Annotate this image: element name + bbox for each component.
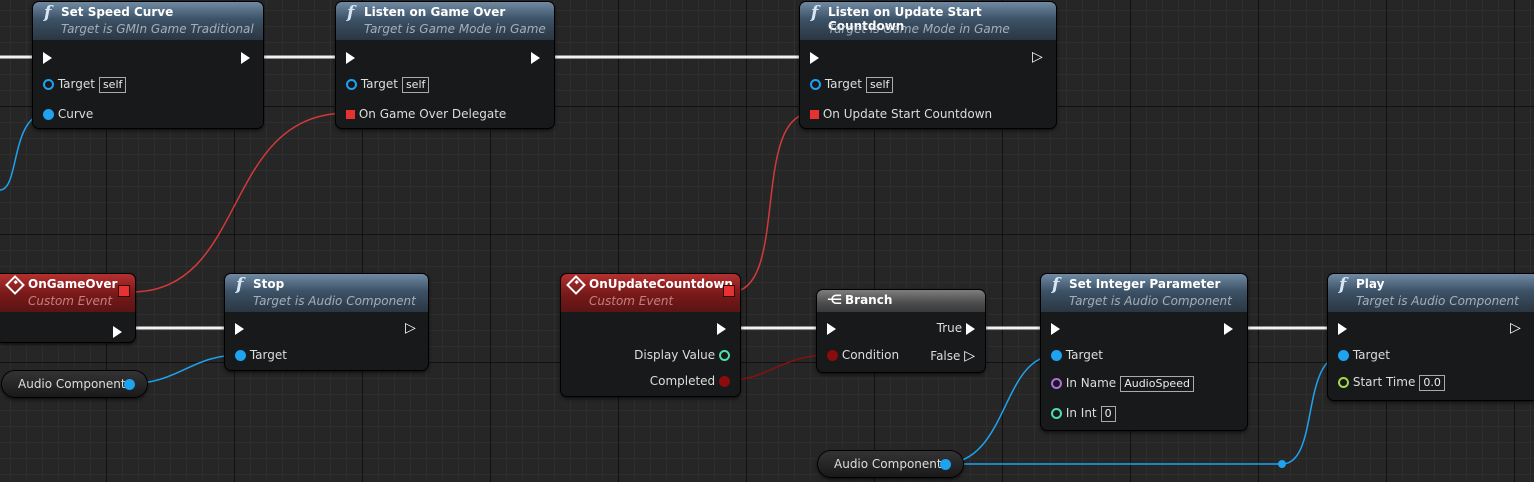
exec-out-pin[interactable] (717, 319, 726, 337)
self-value[interactable]: self (401, 76, 430, 93)
delegate-pin[interactable]: On Update Start Countdown (810, 105, 992, 123)
node-header: f Listen on Game Over Target is Game Mod… (336, 2, 554, 40)
exec-in-pin[interactable] (810, 48, 819, 66)
function-icon: f (811, 3, 819, 23)
node-listen-on-game-over[interactable]: f Listen on Game Over Target is Game Mod… (336, 2, 554, 128)
event-icon (566, 275, 586, 295)
exec-in-pin[interactable] (235, 319, 244, 337)
node-header: f Stop Target is Audio Component (225, 274, 428, 312)
node-title: Stop (253, 277, 285, 291)
node-header: OnUpdateCountdown Custom Event (561, 274, 740, 312)
node-header: f Set Integer Parameter Target is Audio … (1041, 274, 1247, 312)
target-pin[interactable]: Target (1051, 346, 1103, 364)
in-int-value[interactable]: 0 (1100, 405, 1116, 422)
node-branch[interactable]: ⋲ Branch True Condition False ▷ (817, 290, 985, 372)
exec-out-pin[interactable] (241, 48, 250, 66)
event-icon (5, 275, 25, 295)
in-int-pin[interactable]: In Int 0 (1051, 404, 1116, 422)
function-icon: f (44, 3, 52, 23)
node-title: Play (1356, 277, 1385, 291)
node-header: OnGameOver Custom Event (0, 274, 135, 312)
completed-pin[interactable]: Completed (650, 372, 730, 390)
exec-out-pin[interactable]: ▷ (1032, 48, 1043, 66)
node-title: Set Integer Parameter (1069, 277, 1221, 291)
exec-out-pin[interactable] (531, 48, 540, 66)
node-title: OnUpdateCountdown (589, 277, 733, 291)
delegate-pin[interactable]: On Game Over Delegate (346, 105, 506, 123)
start-time-value[interactable]: 0.0 (1419, 374, 1445, 391)
node-header: f Set Speed Curve Target is GMIn Game Tr… (33, 2, 263, 40)
node-subtitle: Target is GMIn Game Traditional (61, 22, 254, 36)
node-subtitle: Target is Audio Component (1356, 294, 1519, 308)
self-value[interactable]: self (98, 76, 127, 93)
false-pin[interactable]: False ▷ (930, 347, 975, 365)
branch-icon: ⋲ (827, 293, 843, 308)
node-stop[interactable]: f Stop Target is Audio Component ▷ Targe… (225, 274, 428, 370)
node-subtitle: Target is Game Mode in Game (364, 22, 546, 36)
delegate-wire (130, 112, 349, 293)
exec-in-pin[interactable] (1338, 319, 1347, 337)
exec-out-pin[interactable] (1224, 319, 1233, 337)
exec-in-pin[interactable] (43, 48, 52, 66)
node-on-update-countdown[interactable]: OnUpdateCountdown Custom Event Display V… (561, 274, 740, 396)
exec-in-pin[interactable] (1051, 319, 1060, 337)
node-header: f Play Target is Audio Component (1328, 274, 1534, 312)
exec-in-pin[interactable] (346, 48, 355, 66)
condition-pin[interactable]: Condition (827, 346, 899, 364)
audio-component-variable[interactable]: Audio Component (2, 371, 147, 397)
display-value-pin[interactable]: Display Value (634, 346, 730, 364)
exec-out-pin[interactable]: ▷ (1510, 319, 1521, 337)
node-set-speed-curve[interactable]: f Set Speed Curve Target is GMIn Game Tr… (33, 2, 263, 128)
node-subtitle: Target is Audio Component (1069, 294, 1232, 308)
node-set-integer-parameter[interactable]: f Set Integer Parameter Target is Audio … (1041, 274, 1247, 430)
delegate-wire (730, 112, 813, 293)
function-icon: f (1052, 275, 1060, 295)
node-subtitle: Target is Game Mode in Game (828, 22, 1010, 36)
curve-pin[interactable]: Curve (43, 105, 93, 123)
node-listen-on-update-start-countdown[interactable]: f Listen on Update Start Countdown Targe… (800, 2, 1056, 128)
target-pin[interactable]: Target self (810, 75, 894, 93)
target-pin[interactable]: Target self (346, 75, 430, 93)
node-play[interactable]: f Play Target is Audio Component ▷ Targe… (1328, 274, 1534, 400)
node-subtitle: Custom Event (28, 294, 113, 308)
function-icon: f (1339, 275, 1347, 295)
target-pin[interactable]: Target (1338, 346, 1390, 364)
node-title: Set Speed Curve (61, 5, 174, 19)
target-pin[interactable]: Target self (43, 75, 127, 93)
in-name-pin[interactable]: In Name AudioSpeed (1051, 374, 1194, 392)
node-on-game-over[interactable]: OnGameOver Custom Event (0, 274, 135, 342)
in-name-value[interactable]: AudioSpeed (1120, 375, 1194, 392)
node-header: f Listen on Update Start Countdown Targe… (800, 2, 1056, 40)
object-out-pin[interactable] (124, 379, 135, 390)
node-subtitle: Custom Event (589, 294, 674, 308)
node-header: ⋲ Branch (817, 290, 985, 312)
object-out-pin[interactable] (940, 459, 951, 470)
node-subtitle: Target is Audio Component (253, 294, 416, 308)
node-title: Branch (845, 293, 893, 307)
exec-out-pin[interactable]: ▷ (405, 319, 416, 337)
audio-component-variable[interactable]: Audio Component (818, 451, 963, 477)
function-icon: f (347, 3, 355, 23)
delegate-out-pin[interactable] (118, 285, 130, 297)
function-icon: f (236, 275, 244, 295)
target-pin[interactable]: Target (235, 346, 287, 364)
exec-out-pin[interactable] (113, 322, 122, 340)
node-title: Listen on Game Over (364, 5, 506, 19)
true-pin[interactable]: True (937, 319, 975, 337)
self-value[interactable]: self (865, 76, 894, 93)
exec-in-pin[interactable] (827, 319, 836, 337)
delegate-out-pin[interactable] (723, 285, 735, 297)
start-time-pin[interactable]: Start Time 0.0 (1338, 373, 1445, 391)
reroute-knot (1278, 460, 1286, 468)
node-title: OnGameOver (28, 277, 118, 291)
